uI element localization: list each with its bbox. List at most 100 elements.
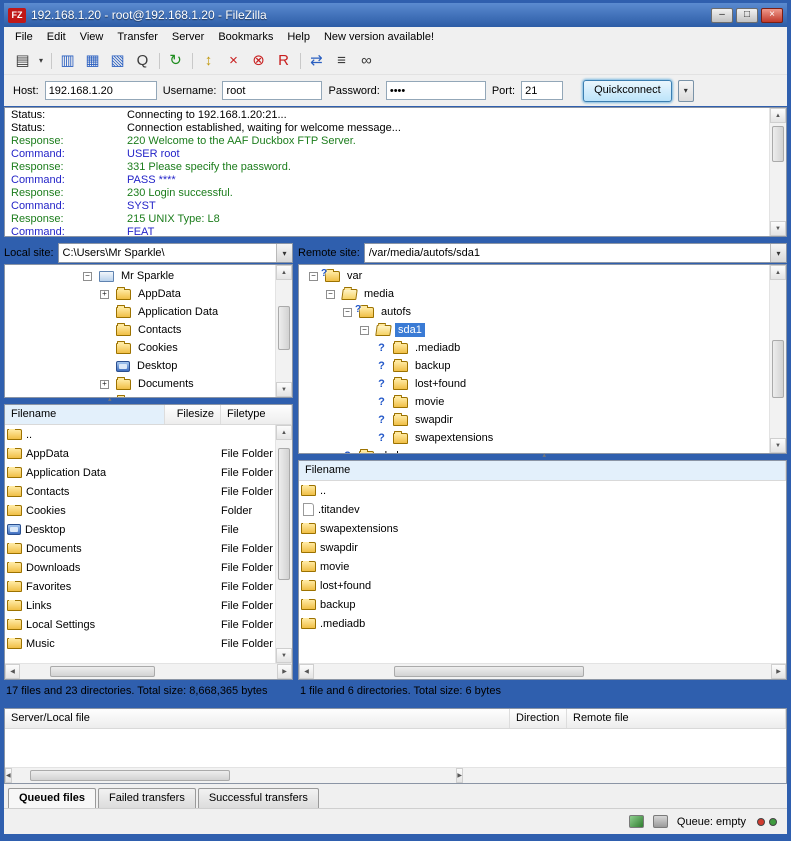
tree-item[interactable]: lost+found: [299, 375, 769, 393]
chevron-down-icon[interactable]: [276, 244, 292, 262]
menu-item[interactable]: Transfer: [110, 28, 165, 46]
file-row[interactable]: swapextensions: [299, 519, 786, 538]
refresh-icon[interactable]: ↻: [163, 49, 188, 72]
scroll-left-icon[interactable]: [299, 664, 314, 679]
tree-item[interactable]: movie: [299, 393, 769, 411]
scroll-down-icon[interactable]: [276, 382, 292, 397]
menu-item[interactable]: View: [73, 28, 111, 46]
tree-expander-icon[interactable]: [326, 290, 335, 299]
scroll-thumb[interactable]: [394, 666, 584, 677]
file-row[interactable]: Contacts File Folder: [5, 482, 275, 501]
file-row[interactable]: Favorites File Folder: [5, 577, 275, 596]
username-input[interactable]: [222, 81, 322, 100]
column-header[interactable]: Server/Local file: [5, 709, 510, 728]
local-list-scrollbar[interactable]: [275, 425, 292, 663]
local-site-combo[interactable]: C:\Users\Mr Sparkle\: [58, 243, 293, 263]
local-splitter[interactable]: [4, 398, 293, 404]
file-row[interactable]: Application Data File Folder: [5, 463, 275, 482]
tree-item[interactable]: autofs: [299, 303, 769, 321]
scroll-down-icon[interactable]: [276, 648, 292, 663]
file-row[interactable]: Music File Folder: [5, 634, 275, 653]
tree-expander-icon[interactable]: [83, 272, 92, 281]
remote-splitter[interactable]: [298, 454, 787, 460]
find-icon[interactable]: ∞: [354, 49, 379, 72]
tree-item[interactable]: Application Data: [5, 303, 275, 321]
scroll-up-icon[interactable]: [276, 425, 292, 440]
column-header[interactable]: Direction: [510, 709, 567, 728]
password-input[interactable]: [386, 81, 486, 100]
column-header[interactable]: Filesize: [165, 405, 221, 424]
file-row[interactable]: movie: [299, 557, 786, 576]
scroll-down-icon[interactable]: [770, 438, 786, 453]
tree-item[interactable]: Cookies: [5, 339, 275, 357]
reconnect-icon[interactable]: R: [271, 49, 296, 72]
queue-toggle-icon[interactable]: Q: [130, 49, 155, 72]
scroll-left-icon[interactable]: [5, 768, 12, 783]
scroll-thumb[interactable]: [772, 340, 784, 398]
tree-item[interactable]: .mediadb: [299, 339, 769, 357]
menu-item[interactable]: Server: [165, 28, 211, 46]
scroll-right-icon[interactable]: [277, 664, 292, 679]
message-log-toggle-icon[interactable]: ▥: [55, 49, 80, 72]
file-row[interactable]: Documents File Folder: [5, 539, 275, 558]
file-row[interactable]: swapdir: [299, 538, 786, 557]
site-manager-dropdown-icon[interactable]: ▾: [35, 49, 47, 72]
scroll-left-icon[interactable]: [5, 664, 20, 679]
remote-list-hscrollbar[interactable]: [299, 663, 786, 679]
menu-item[interactable]: Help: [280, 28, 317, 46]
tree-expander-icon[interactable]: [309, 272, 318, 281]
file-row[interactable]: AppData File Folder: [5, 444, 275, 463]
titlebar[interactable]: FZ 192.168.1.20 - root@192.168.1.20 - Fi…: [4, 3, 787, 27]
column-header[interactable]: Filename: [299, 461, 786, 480]
queue-tab[interactable]: Queued files: [8, 788, 96, 808]
process-queue-icon[interactable]: ↕: [196, 49, 221, 72]
column-header[interactable]: Filetype: [221, 405, 292, 424]
sync-browsing-icon[interactable]: ≡: [329, 49, 354, 72]
local-list-hscrollbar[interactable]: [5, 663, 292, 679]
tree-expander-icon[interactable]: [375, 432, 388, 444]
file-row[interactable]: ..: [5, 425, 275, 444]
tree-item[interactable]: Contacts: [5, 321, 275, 339]
scroll-up-icon[interactable]: [770, 265, 786, 280]
column-header[interactable]: Filename: [5, 405, 165, 424]
menu-item[interactable]: Edit: [40, 28, 73, 46]
cancel-icon[interactable]: ×: [221, 49, 246, 72]
site-manager-icon[interactable]: ▤: [10, 49, 35, 72]
compare-icon[interactable]: ⇄: [304, 49, 329, 72]
close-button[interactable]: ×: [761, 8, 783, 23]
tree-item[interactable]: Desktop: [5, 357, 275, 375]
host-input[interactable]: [45, 81, 157, 100]
remote-tree-toggle-icon[interactable]: ▧: [105, 49, 130, 72]
file-row[interactable]: Desktop File: [5, 520, 275, 539]
tree-item[interactable]: Documents: [5, 375, 275, 393]
remote-tree-scrollbar[interactable]: [769, 265, 786, 453]
scroll-down-icon[interactable]: [770, 221, 786, 236]
scroll-right-icon[interactable]: [456, 768, 463, 783]
port-input[interactable]: [521, 81, 563, 100]
chevron-down-icon[interactable]: [770, 244, 786, 262]
scroll-thumb[interactable]: [278, 448, 290, 580]
scroll-thumb[interactable]: [278, 306, 290, 350]
local-tree-toggle-icon[interactable]: ▦: [80, 49, 105, 72]
menu-item[interactable]: File: [8, 28, 40, 46]
log-scrollbar[interactable]: [769, 108, 786, 236]
scroll-up-icon[interactable]: [770, 108, 786, 123]
tree-item[interactable]: media: [299, 285, 769, 303]
minimize-button[interactable]: –: [711, 8, 733, 23]
menu-item[interactable]: New version available!: [317, 28, 441, 46]
file-row[interactable]: Local Settings File Folder: [5, 615, 275, 634]
tree-expander-icon[interactable]: [343, 308, 352, 317]
tree-item[interactable]: swapdir: [299, 411, 769, 429]
remote-site-combo[interactable]: /var/media/autofs/sda1: [364, 243, 787, 263]
tree-expander-icon[interactable]: [100, 290, 109, 299]
tree-item[interactable]: backup: [299, 357, 769, 375]
disconnect-icon[interactable]: ⊗: [246, 49, 271, 72]
tree-item[interactable]: swapextensions: [299, 429, 769, 447]
maximize-button[interactable]: □: [736, 8, 758, 23]
tree-expander-icon[interactable]: [375, 342, 388, 354]
scroll-thumb[interactable]: [772, 126, 784, 162]
scroll-up-icon[interactable]: [276, 265, 292, 280]
queue-hscrollbar[interactable]: [5, 767, 463, 783]
tree-expander-icon[interactable]: [375, 378, 388, 390]
quickconnect-dropdown-icon[interactable]: [678, 80, 694, 102]
